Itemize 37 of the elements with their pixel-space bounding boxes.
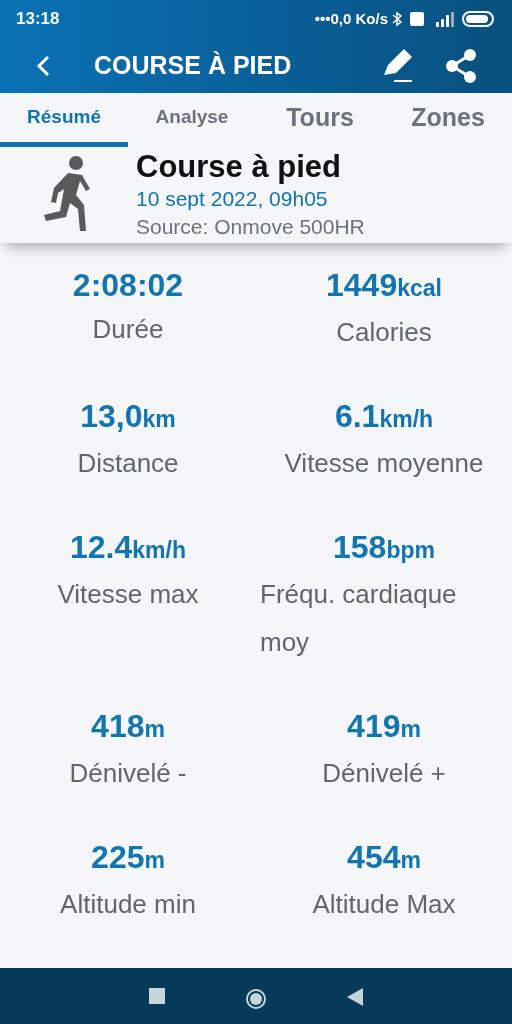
share-icon[interactable] (446, 48, 476, 83)
stat-label: Vitesse moyenne (284, 446, 484, 480)
tab[interactable]: Analyse (128, 93, 256, 147)
activity-source: Source: Onmove 500HR (136, 213, 365, 240)
stat-label: Dénivelé + (322, 756, 446, 790)
home-icon[interactable] (245, 987, 267, 1010)
recent-apps-icon[interactable] (149, 987, 165, 1004)
stat-label: Altitude min (60, 887, 196, 921)
stat-value: 13,0km (80, 396, 176, 436)
activity-name: Course à pied (136, 148, 342, 185)
bluetooth-icon (392, 11, 402, 27)
stat-value: 158bpm (333, 527, 435, 567)
activity-date: 10 sept 2022, 09h05 (136, 185, 329, 212)
stat-value: 454m (347, 837, 421, 877)
back-icon[interactable] (36, 54, 50, 77)
stat-label: Fréqu. cardiaque moy (260, 577, 458, 659)
stat-value: 225m (91, 837, 165, 877)
back-icon[interactable] (347, 987, 363, 1006)
stat-value: 6.1km/h (334, 396, 434, 436)
battery-icon (462, 11, 496, 27)
stat-label: Distance (77, 446, 179, 480)
screen-title: COURSE À PIED (94, 49, 292, 81)
stat-label: Altitude Max (312, 887, 456, 921)
stat-label: Vitesse max (57, 577, 199, 611)
tab[interactable]: Zones (384, 93, 512, 147)
stat-value: 418m (91, 706, 165, 746)
tab[interactable]: Tours (256, 93, 384, 147)
stat-value: 12.4km/h (70, 527, 186, 567)
stat-value: 2:08:02 (72, 265, 184, 305)
edit-icon[interactable] (382, 48, 414, 83)
stat-value: 419m (347, 706, 421, 746)
stat-value: 1449kcal (326, 265, 442, 305)
stat-label: Calories (336, 315, 432, 349)
stat-label: Dénivelé - (69, 756, 187, 790)
network-speed: •••0,0 Ko/s (314, 8, 388, 29)
stat-label: Durée (92, 312, 164, 346)
status-time: 13:18 (16, 8, 60, 31)
